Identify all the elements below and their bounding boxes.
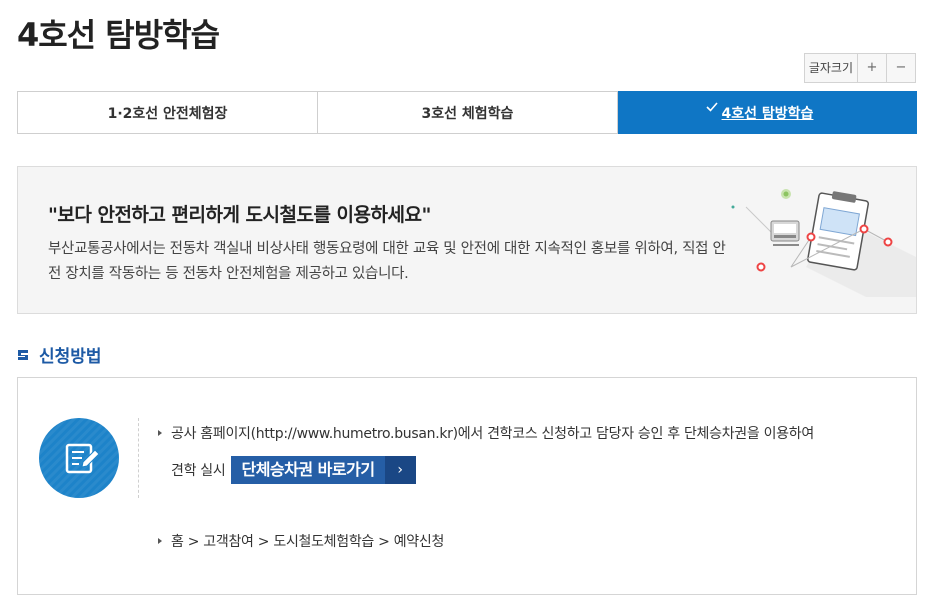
font-decrease-button[interactable]: − (887, 53, 916, 83)
intro-box: "보다 안전하고 편리하게 도시철도를 이용하세요" 부산교통공사에서는 전동차… (17, 166, 917, 314)
method-line-1: 공사 홈페이지(http://www.humetro.busan.kr)에서 견… (158, 423, 814, 443)
method-badge (39, 418, 119, 498)
method-text-1: 공사 홈페이지(http://www.humetro.busan.kr)에서 견… (171, 426, 814, 442)
clipboard-illustration-icon (731, 189, 916, 297)
font-size-label: 글자크기 (803, 53, 858, 83)
check-icon (706, 102, 718, 112)
intro-heading: "보다 안전하고 편리하게 도시철도를 이용하세요" (48, 204, 431, 226)
breadcrumb-path: 홈 > 고객참여 > 도시철도체험학습 > 예약신청 (171, 534, 445, 550)
tab-label: 3호선 체험학습 (421, 105, 514, 122)
shortcut-button-label: 단체승차권 바로가기 (231, 456, 385, 484)
method-text-2: 견학 실시 (171, 463, 226, 479)
method-path: 홈 > 고객참여 > 도시철도체험학습 > 예약신청 (158, 531, 444, 551)
bullet-icon (158, 430, 162, 436)
section-title-label: 신청방법 (39, 347, 102, 367)
section-marker-icon (18, 349, 28, 360)
tab-label: 1·2호선 안전체험장 (107, 105, 228, 122)
document-edit-icon (39, 418, 119, 498)
method-box: 공사 홈페이지(http://www.humetro.busan.kr)에서 견… (17, 377, 917, 595)
font-size-control: 글자크기 + − (803, 53, 916, 83)
divider (138, 418, 139, 498)
tab-line1-2[interactable]: 1·2호선 안전체험장 (18, 92, 318, 133)
intro-body: 부산교통공사에서는 전동차 객실내 비상사태 행동요령에 대한 교육 및 안전에… (48, 241, 726, 282)
font-increase-button[interactable]: + (858, 53, 887, 83)
group-ticket-shortcut-button[interactable]: 단체승차권 바로가기 › (231, 456, 416, 484)
page-title: 4호선 탐방학습 (17, 16, 220, 54)
method-line-2: 견학 실시 단체승차권 바로가기 › (171, 456, 416, 484)
tab-line3[interactable]: 3호선 체험학습 (318, 92, 618, 133)
bullet-icon (158, 538, 162, 544)
tab-line4[interactable]: 4호선 탐방학습 (618, 91, 917, 134)
chevron-right-icon: › (384, 456, 416, 484)
tab-label: 4호선 탐방학습 (721, 105, 814, 122)
tab-bar: 1·2호선 안전체험장 3호선 체험학습 4호선 탐방학습 (17, 91, 917, 134)
section-title: 신청방법 (17, 342, 102, 367)
